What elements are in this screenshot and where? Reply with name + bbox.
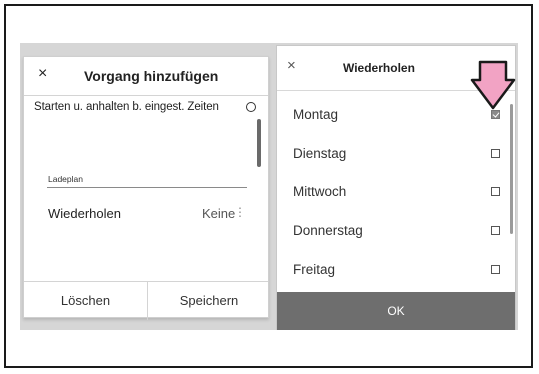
day-label-monday[interactable]: Montag xyxy=(293,107,338,122)
day-label-friday[interactable]: Freitag xyxy=(293,262,335,277)
pointer-arrow-icon xyxy=(470,60,516,110)
checkbox-icon[interactable] xyxy=(491,265,500,274)
close-icon[interactable]: × xyxy=(38,65,47,83)
repeat-dialog-title: Wiederholen xyxy=(343,61,415,75)
radio-icon[interactable] xyxy=(246,102,256,112)
dialog-footer: Löschen Speichern xyxy=(24,281,268,320)
add-process-dialog: × Vorgang hinzufügen Starten u. anhalten… xyxy=(23,56,269,320)
save-button[interactable]: Speichern xyxy=(148,282,270,320)
dialog-title: Vorgang hinzufügen xyxy=(84,68,219,84)
repeat-setting-value[interactable]: Keine xyxy=(202,206,235,221)
day-label-thursday[interactable]: Donnerstag xyxy=(293,223,363,238)
section-label: Ladeplan xyxy=(48,174,83,184)
repeat-setting-label[interactable]: Wiederholen xyxy=(48,206,121,221)
arrow-shape xyxy=(470,60,516,110)
scrollbar[interactable] xyxy=(510,104,513,234)
dialog-header: × Vorgang hinzufügen xyxy=(24,57,268,96)
day-label-wednesday[interactable]: Mittwoch xyxy=(293,184,346,199)
day-label-tuesday[interactable]: Dienstag xyxy=(293,146,346,161)
checkbox-icon[interactable] xyxy=(491,226,500,235)
close-icon[interactable]: × xyxy=(287,57,296,74)
delete-button[interactable]: Löschen xyxy=(24,282,148,320)
checkbox-icon[interactable] xyxy=(491,149,500,158)
divider xyxy=(47,187,247,188)
ok-button[interactable]: OK xyxy=(277,292,515,330)
more-vert-icon[interactable]: ⋮ xyxy=(234,205,246,219)
scrollbar[interactable] xyxy=(257,119,261,167)
start-stop-option-label: Starten u. anhalten b. eingest. Zeiten xyxy=(34,101,219,113)
checkbox-icon[interactable] xyxy=(491,187,500,196)
